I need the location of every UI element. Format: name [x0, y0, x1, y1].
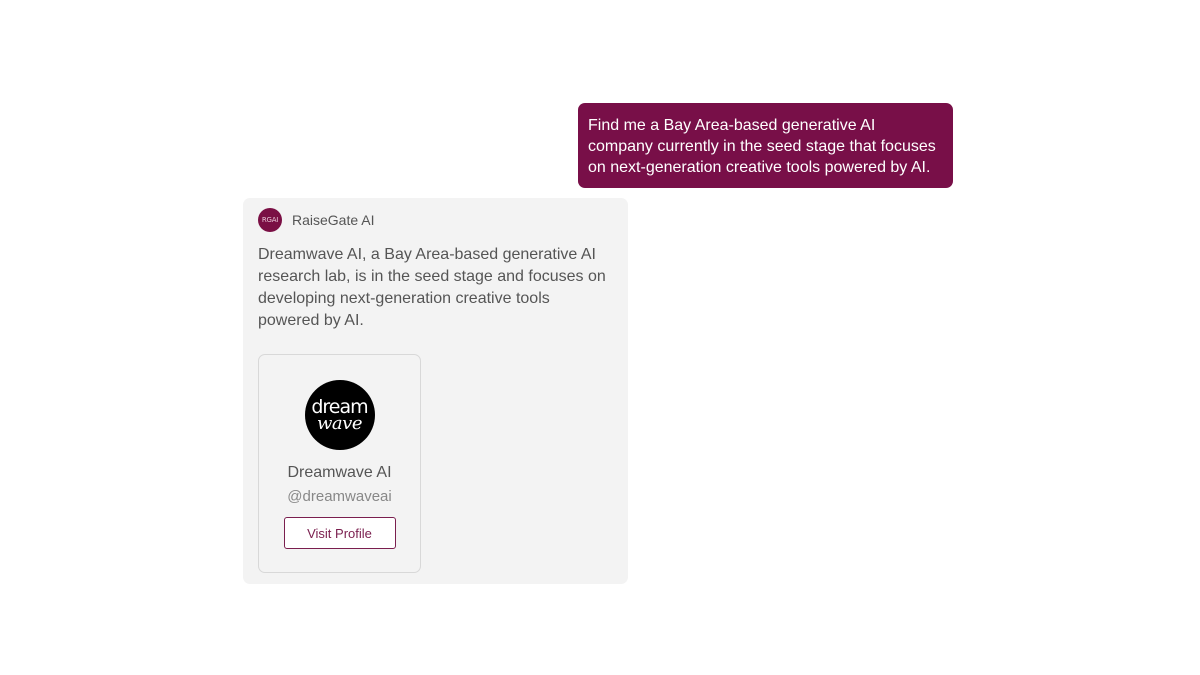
assistant-avatar: RGAI — [258, 208, 282, 232]
assistant-avatar-text: RGAI — [261, 216, 279, 224]
user-message-bubble: Find me a Bay Area-based generative AI c… — [578, 103, 953, 188]
assistant-message-card: RGAI RaiseGate AI Dreamwave AI, a Bay Ar… — [243, 198, 628, 584]
user-message-text: Find me a Bay Area-based generative AI c… — [588, 117, 936, 176]
chat-area: Find me a Bay Area-based generative AI c… — [0, 0, 1200, 675]
company-logo: dream wave — [304, 380, 375, 450]
visit-profile-button[interactable]: Visit Profile — [283, 517, 396, 549]
logo-text-bottom: wave — [317, 412, 362, 434]
company-name: Dreamwave AI — [287, 464, 392, 481]
company-handle: @dreamwaveai — [287, 488, 392, 505]
company-profile-card: dream wave Dreamwave AI @dreamwaveai Vis… — [258, 354, 421, 573]
assistant-name: RaiseGate AI — [292, 212, 375, 228]
assistant-message-text: Dreamwave AI, a Bay Area-based generativ… — [258, 246, 606, 329]
assistant-header: RGAI RaiseGate AI — [258, 208, 613, 232]
